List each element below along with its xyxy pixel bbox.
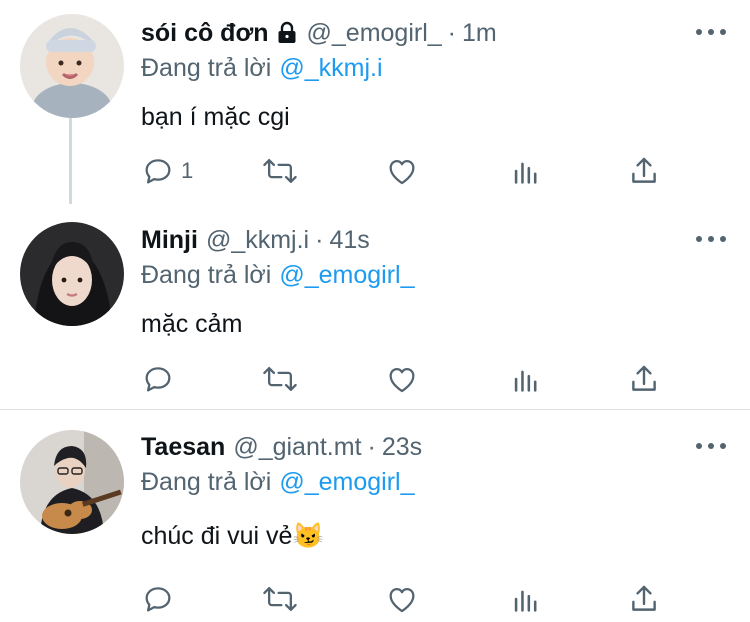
share-button[interactable] xyxy=(627,361,661,397)
timestamp[interactable]: 41s xyxy=(329,226,369,255)
analytics-icon xyxy=(509,582,543,616)
reply-icon xyxy=(141,362,175,396)
replying-to-mention[interactable]: @_emogirl_ xyxy=(279,468,414,497)
separator-dot: · xyxy=(447,18,456,47)
like-button[interactable] xyxy=(385,153,419,189)
retweet-icon xyxy=(261,154,299,188)
tweet-actions xyxy=(141,581,671,617)
display-name[interactable]: sói cô đơn xyxy=(141,19,269,48)
share-button[interactable] xyxy=(627,581,661,617)
tweet-text: mặc cảm xyxy=(141,309,243,338)
replying-to-label: Đang trả lời xyxy=(141,467,272,496)
heart-icon xyxy=(385,362,419,396)
tweet-text: bạn í mặc cgi xyxy=(141,102,290,131)
tweet-actions: 1 xyxy=(141,153,671,189)
analytics-button[interactable] xyxy=(509,153,543,189)
replying-to-label: Đang trả lời xyxy=(141,260,272,289)
user-handle[interactable]: @_giant.mt xyxy=(233,433,361,462)
heart-icon xyxy=(385,582,419,616)
replying-to: Đang trả lời @_emogirl_ xyxy=(141,258,730,292)
heart-icon xyxy=(385,154,419,188)
share-icon xyxy=(627,154,661,188)
avatar[interactable] xyxy=(20,222,124,326)
retweet-icon xyxy=(261,582,299,616)
reply-icon xyxy=(141,582,175,616)
analytics-icon xyxy=(509,362,543,396)
replying-to-mention[interactable]: @_kkmj.i xyxy=(279,54,382,83)
reply-icon xyxy=(141,154,175,188)
analytics-button[interactable] xyxy=(509,581,543,617)
retweet-button[interactable] xyxy=(261,361,299,397)
reply-button[interactable] xyxy=(141,361,181,397)
share-button[interactable] xyxy=(627,153,661,189)
analytics-button[interactable] xyxy=(509,361,543,397)
share-icon xyxy=(627,362,661,396)
more-options-icon[interactable] xyxy=(696,438,726,454)
reply-button[interactable]: 1 xyxy=(141,153,193,189)
reply-button[interactable] xyxy=(141,581,181,617)
separator-dot: · xyxy=(367,432,376,461)
thread-connector-line xyxy=(69,118,72,204)
retweet-button[interactable] xyxy=(261,153,299,189)
tweet-text: chúc đi vui vẻ😼 xyxy=(141,521,324,550)
like-button[interactable] xyxy=(385,581,419,617)
display-name[interactable]: Taesan xyxy=(141,433,225,462)
timestamp[interactable]: 23s xyxy=(382,433,422,462)
display-name[interactable]: Minji xyxy=(141,226,198,255)
retweet-icon xyxy=(261,362,299,396)
timestamp[interactable]: 1m xyxy=(462,19,497,48)
more-options-icon[interactable] xyxy=(696,231,726,247)
separator-dot: · xyxy=(315,225,324,254)
like-button[interactable] xyxy=(385,361,419,397)
replying-to-label: Đang trả lời xyxy=(141,53,272,82)
replying-to: Đang trả lời @_kkmj.i xyxy=(141,51,730,85)
lock-icon xyxy=(275,21,299,45)
user-handle[interactable]: @_emogirl_ xyxy=(307,19,442,48)
replying-to-mention[interactable]: @_emogirl_ xyxy=(279,261,414,290)
share-icon xyxy=(627,582,661,616)
reply-count: 1 xyxy=(181,158,194,183)
avatar[interactable] xyxy=(20,14,124,118)
tweet-divider xyxy=(0,409,750,410)
replying-to: Đang trả lời @_emogirl_ xyxy=(141,465,730,499)
analytics-icon xyxy=(509,154,543,188)
user-handle[interactable]: @_kkmj.i xyxy=(206,226,309,255)
tweet-actions xyxy=(141,361,671,397)
more-options-icon[interactable] xyxy=(696,24,726,40)
avatar[interactable] xyxy=(20,430,124,534)
retweet-button[interactable] xyxy=(261,581,299,617)
